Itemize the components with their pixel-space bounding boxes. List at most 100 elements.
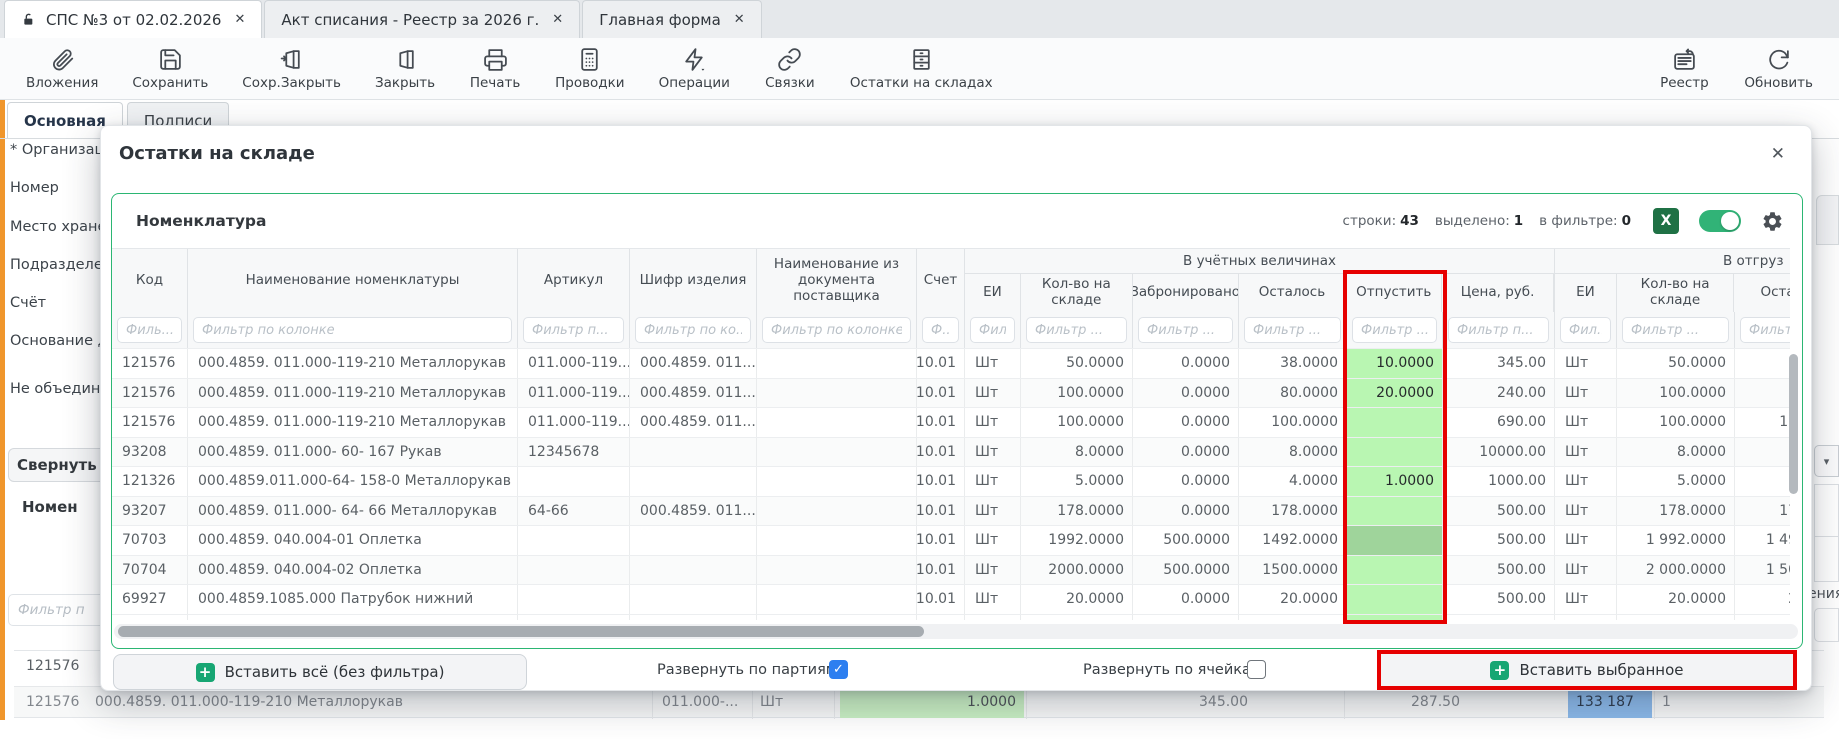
filter-input[interactable] [1138,317,1233,343]
toolbar-calculator-button[interactable]: Проводки [555,47,624,91]
table-cell[interactable]: 0.0000 [1133,379,1239,408]
table-cell[interactable]: 121576 [112,408,188,437]
table-cell[interactable]: 000.4859. 011.... [630,379,757,408]
table-cell[interactable]: 240.00 [1443,379,1555,408]
filter-input[interactable] [762,317,911,343]
table-cell[interactable]: Шт [965,556,1021,585]
otpustit-cell[interactable]: 1.0000 [1347,467,1443,496]
table-cell[interactable]: 10.01 [917,556,965,585]
column-header[interactable]: Осталось [1734,274,1790,312]
table-cell[interactable]: 5.0000 [1617,467,1735,496]
table-cell[interactable]: 178.0000 [1617,497,1735,526]
column-header[interactable]: Цена, руб. [1442,274,1554,312]
filter-toggle[interactable] [1699,210,1741,232]
table-cell[interactable]: 100.0000 [1617,408,1735,437]
table-cell[interactable]: 100.0000 [1021,408,1133,437]
otpustit-cell[interactable] [1347,408,1443,437]
table-cell[interactable]: 80.0000 [1239,379,1347,408]
toolbar-save-button[interactable]: Сохранить [132,47,208,91]
table-cell[interactable]: 100.0000 [1021,379,1133,408]
table-cell[interactable]: 000.4859.011.000-64- 158-0 Металлорукав [188,467,518,496]
background-filter-input[interactable] [8,594,102,626]
table-row[interactable]: 121326000.4859.011.000-64- 158-0 Металло… [112,466,1790,496]
table-cell[interactable] [630,438,757,467]
filter-input[interactable] [1560,317,1611,343]
collapse-button[interactable]: Свернуть [8,448,102,482]
column-header[interactable]: Код [112,249,188,313]
filter-input[interactable] [1448,317,1549,343]
table-cell[interactable]: 0.0000 [1133,497,1239,526]
filter-input[interactable] [970,317,1015,343]
filter-input[interactable] [1352,317,1437,343]
insert-selected-button[interactable]: + Вставить выбранное [1381,654,1793,686]
close-icon[interactable]: ✕ [234,12,245,27]
filter-input[interactable] [523,317,624,343]
table-cell[interactable] [518,556,630,585]
toolbar-link-button[interactable]: Связки [764,47,816,91]
window-tab-1[interactable]: СПС №3 от 02.02.2026✕ [4,0,262,38]
background-filter-field[interactable] [18,602,101,618]
table-cell[interactable] [757,438,917,467]
table-cell[interactable] [630,585,757,614]
table-cell[interactable]: 8.0000 [1617,438,1735,467]
window-tab-2[interactable]: Акт списания - Реестр за 2026 г.✕ [264,0,580,38]
table-cell[interactable]: 000.4859. 011.000-119-210 Металлорукав [188,349,518,378]
table-cell[interactable]: Шт [965,349,1021,378]
table-cell[interactable]: 000.4859. 011.000-119-210 Металлорукав [188,379,518,408]
table-cell[interactable]: 100.0000 [1735,408,1790,437]
table-cell[interactable]: 500.0000 [1133,526,1239,555]
table-cell[interactable]: 20.0000 [1239,585,1347,614]
filter-input[interactable] [1622,317,1729,343]
table-cell[interactable]: Шт [965,408,1021,437]
table-cell[interactable]: 10.01 [917,585,965,614]
filter-input[interactable] [117,317,182,343]
table-cell[interactable] [630,526,757,555]
column-header[interactable]: Наименование номенклатуры [188,249,518,313]
table-cell[interactable]: 50.0000 [1617,349,1735,378]
table-cell[interactable]: 1000.00 [1443,467,1555,496]
table-row[interactable]: 70704000.4859. 040.004-02 Оплетка10.01Шт… [112,555,1790,585]
table-cell[interactable]: 4.0000 [1239,467,1347,496]
expand-cells-checkbox[interactable] [1247,660,1266,679]
horizontal-scrollbar[interactable] [118,626,924,637]
table-row[interactable]: 93208000.4859. 011.000- 60- 167 Рукав123… [112,437,1790,467]
table-cell[interactable]: 500.00 [1443,497,1555,526]
table-cell[interactable]: Шт [965,438,1021,467]
table-cell[interactable] [518,467,630,496]
toolbar-save-close-button[interactable]: Сохр.Закрыть [242,47,341,91]
table-cell[interactable]: 1 492.0000 [1735,526,1790,555]
table-cell[interactable]: 0.0000 [1133,467,1239,496]
table-cell[interactable]: 000.4859. 011.000- 60- 167 Рукав [188,438,518,467]
close-icon[interactable]: ✕ [552,12,563,27]
table-cell[interactable]: 50.0000 [1021,349,1133,378]
table-cell[interactable]: 1 992.0000 [1617,526,1735,555]
table-cell[interactable]: 38.0000 [1239,349,1347,378]
table-cell[interactable]: 1992.0000 [1021,526,1133,555]
table-cell[interactable]: 121326 [112,467,188,496]
table-row[interactable]: 121576000.4859. 011.000-119-210 Металлор… [112,348,1790,378]
table-cell[interactable]: Шт [965,526,1021,555]
table-cell[interactable]: 10.01 [917,408,965,437]
table-cell[interactable]: 178.0000 [1021,497,1133,526]
table-cell[interactable]: Шт [1555,438,1617,467]
table-cell[interactable]: 10.01 [917,438,965,467]
gear-icon[interactable] [1761,210,1784,233]
toolbar-printer-button[interactable]: Печать [469,47,521,91]
table-cell[interactable]: 121576 [112,379,188,408]
column-header[interactable]: ЕИ [1555,274,1617,312]
table-cell[interactable] [630,467,757,496]
table-cell[interactable] [757,497,917,526]
table-row[interactable]: 121576000.4859. 011.000-119-210 Металлор… [112,407,1790,437]
table-cell[interactable]: Шт [1555,585,1617,614]
table-cell[interactable] [757,379,917,408]
table-cell[interactable]: 000.4859. 040.004-01 Оплетка [188,526,518,555]
otpustit-cell[interactable]: 20.0000 [1347,379,1443,408]
table-cell[interactable]: 011.000-119... [518,349,630,378]
table-cell[interactable]: 80.0000 [1735,379,1790,408]
table-cell[interactable]: 12345678 [518,438,630,467]
table-cell[interactable]: 10000.00 [1443,438,1555,467]
table-cell[interactable]: 20.0000 [1617,585,1735,614]
table-cell[interactable]: 8.0000 [1735,438,1790,467]
column-header[interactable]: Кол-во на складе [1617,274,1735,312]
insert-all-button[interactable]: + Вставить всё (без фильтра) [113,654,527,690]
